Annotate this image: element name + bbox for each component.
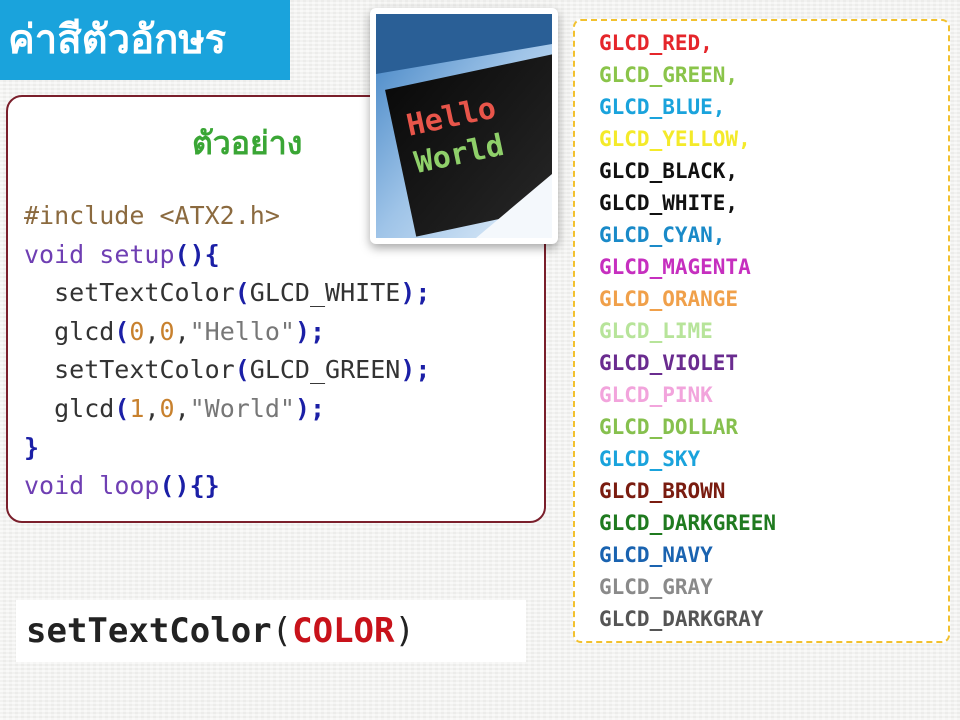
color-item: GLCD_DOLLAR <box>599 415 739 439</box>
color-item: GLCD_PINK <box>599 383 713 407</box>
code-token: 0 <box>159 393 175 423</box>
code-token: glcd <box>24 316 115 346</box>
code-token: (){ <box>174 239 220 269</box>
color-item: GLCD_NAVY <box>599 543 713 567</box>
code-token: ( <box>114 316 130 346</box>
code-token: GLCD_GREEN <box>249 355 401 385</box>
color-item: GLCD_MAGENTA <box>599 255 751 279</box>
color-item: GLCD_LIME <box>599 319 713 343</box>
code-token: #include <ATX2.h> <box>24 201 280 230</box>
function-argument: COLOR <box>292 611 395 651</box>
color-item: GLCD_DARKGREEN <box>599 511 777 535</box>
code-token: , <box>144 316 160 346</box>
lcd-photo: Hello World <box>370 8 558 244</box>
code-token: 0 <box>159 316 175 346</box>
code-token: loop <box>84 471 160 501</box>
code-token: setTextColor <box>24 355 235 385</box>
code-line: void loop(){} <box>24 467 544 506</box>
code-token: void <box>24 239 85 269</box>
code-token: } <box>24 432 40 462</box>
lcd-photo-image: Hello World <box>376 14 552 238</box>
color-item: GLCD_DARKGRAY <box>599 607 764 631</box>
code-token: ); <box>400 278 431 308</box>
code-token: , <box>144 393 160 423</box>
code-token: "World" <box>189 393 295 423</box>
code-token: "Hello" <box>189 316 295 346</box>
code-line: } <box>24 429 544 468</box>
color-item: GLCD_VIOLET <box>599 351 739 375</box>
color-list: GLCD_RED, GLCD_GREEN, GLCD_BLUE, GLCD_YELLO… <box>599 27 776 635</box>
code-token: 1 <box>129 393 145 423</box>
code-token: , <box>174 316 190 346</box>
function-signature: setTextColor(COLOR) <box>16 600 526 662</box>
code-token: glcd <box>24 393 115 423</box>
page-title: ค่าสีตัวอักษร <box>0 0 290 80</box>
code-token: ( <box>234 355 250 385</box>
color-item: GLCD_BLUE, <box>599 95 726 119</box>
code-token: void <box>24 471 85 501</box>
color-item: GLCD_RED, <box>599 31 713 55</box>
code-token: setTextColor <box>24 278 235 308</box>
code-token: , <box>174 393 190 423</box>
code-token: ( <box>114 393 130 423</box>
color-item: GLCD_BLACK, <box>599 159 739 183</box>
color-item: GLCD_YELLOW, <box>599 127 751 151</box>
code-line: setTextColor(GLCD_WHITE); <box>24 274 544 313</box>
code-line: setTextColor(GLCD_GREEN); <box>24 351 544 390</box>
function-name: setTextColor <box>26 611 272 651</box>
code-line: glcd(0,0,"Hello"); <box>24 313 544 352</box>
code-token: ( <box>234 278 250 308</box>
code-line: glcd(1,0,"World"); <box>24 390 544 429</box>
color-item: GLCD_GREEN, <box>599 63 739 87</box>
color-item: GLCD_ORANGE <box>599 287 739 311</box>
color-item: GLCD_CYAN, <box>599 223 726 247</box>
code-token: GLCD_WHITE <box>249 278 401 308</box>
code-token: ); <box>294 393 326 423</box>
code-token: setup <box>84 239 175 269</box>
code-token: ); <box>294 316 326 346</box>
example-heading: ตัวอย่าง <box>192 124 303 162</box>
color-item: GLCD_GRAY <box>599 575 713 599</box>
code-token: (){} <box>159 471 220 501</box>
color-item: GLCD_WHITE, <box>599 191 739 215</box>
code-token: ); <box>400 355 431 385</box>
open-paren: ( <box>271 611 293 651</box>
code-token: 0 <box>129 316 145 346</box>
color-item: GLCD_BROWN <box>599 479 726 503</box>
color-item: GLCD_SKY <box>599 447 701 471</box>
close-paren: ) <box>394 611 415 651</box>
